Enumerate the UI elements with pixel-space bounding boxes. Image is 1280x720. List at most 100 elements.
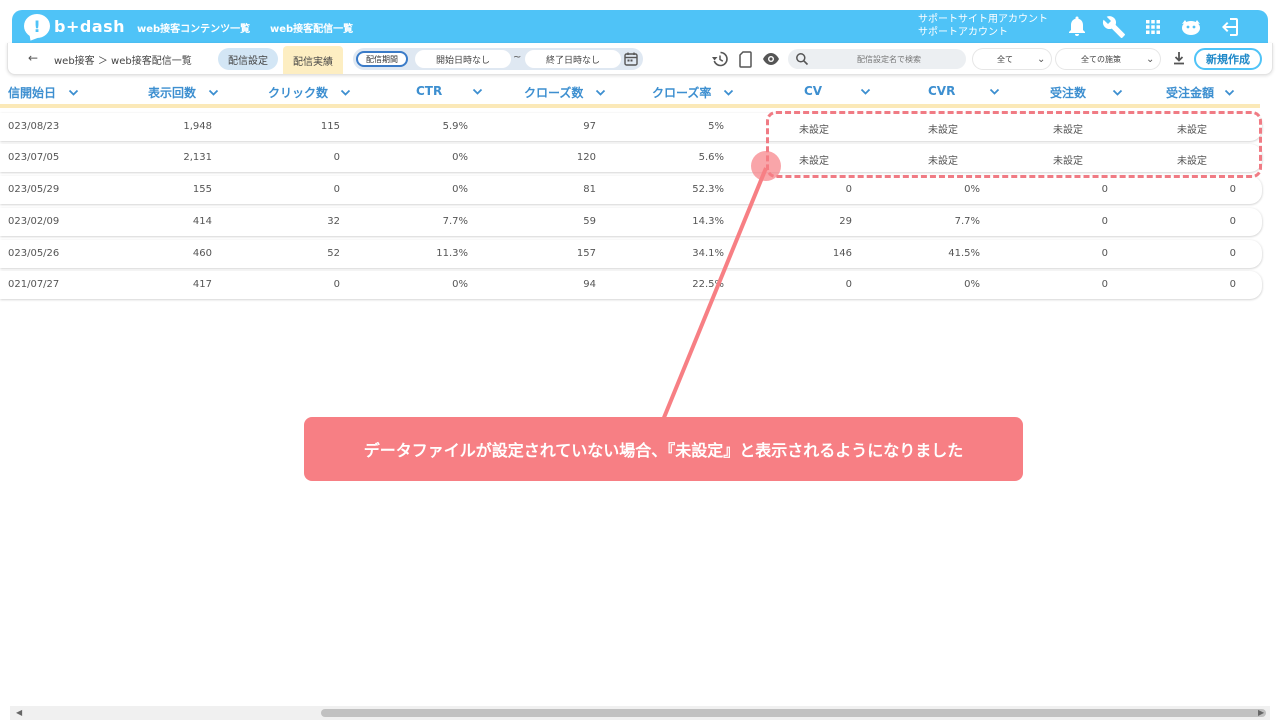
cell-impressions: 1,948: [183, 121, 212, 132]
account-name: サポートサイト用アカウント: [918, 14, 1048, 25]
logo-text: b+dash: [54, 16, 126, 36]
cell-cv: 146: [832, 248, 852, 259]
cell-clicks: 0: [333, 152, 340, 163]
apps-grid-icon[interactable]: [1141, 15, 1165, 39]
nav-web-delivery-list[interactable]: web接客配信一覧: [270, 20, 353, 35]
chevron-down-icon: [340, 89, 351, 96]
download-icon[interactable]: [1171, 50, 1187, 66]
chevron-down-icon: [473, 88, 483, 95]
nav-web-content-list[interactable]: web接客コンテンツ一覧: [137, 20, 250, 35]
tab-delivery-results[interactable]: 配信実績: [283, 46, 343, 74]
cell-clicks: 0: [333, 184, 340, 195]
cell-order-amount: 0: [1229, 216, 1236, 227]
logout-icon[interactable]: [1217, 15, 1241, 39]
history-icon[interactable]: [711, 50, 729, 68]
bell-icon[interactable]: [1065, 15, 1089, 39]
cell-impressions: 417: [192, 279, 212, 290]
table-row[interactable]: 023/02/09 414 32 7.7% 59 14.3% 29 7.7% 0…: [0, 208, 1262, 236]
column-header-impressions[interactable]: 表示回数: [148, 84, 219, 101]
table-row[interactable]: 021/07/27 417 0 0% 94 22.5% 0 0% 0 0: [0, 271, 1262, 299]
scrollbar-thumb[interactable]: [321, 709, 1266, 717]
end-date-input[interactable]: 終了日時なし: [525, 50, 621, 68]
table-row[interactable]: 023/05/29 155 0 0% 81 52.3% 0 0% 0 0: [0, 176, 1262, 204]
cell-start-date: 023/05/29: [8, 184, 60, 195]
status-filter-select[interactable]: 全て ⌄: [973, 49, 1051, 69]
column-header-label: クローズ数: [524, 86, 584, 100]
cell-orders: 0: [1101, 184, 1108, 195]
cell-clicks: 115: [320, 121, 340, 132]
cell-close-rate: 22.5%: [692, 279, 724, 290]
annotation-callout: データファイルが設定されていない場合、『未設定』と表示されるようになりました: [304, 417, 1023, 481]
cell-cv: 29: [839, 216, 852, 227]
column-header-start-date[interactable]: 信開始日: [8, 84, 79, 101]
column-header-cvr[interactable]: CVR: [928, 84, 1000, 98]
cell-closes: 157: [576, 248, 596, 259]
cell-ctr: 0%: [452, 184, 468, 195]
column-header-cv[interactable]: CV: [804, 84, 871, 98]
measure-filter-value: 全ての施策: [1081, 54, 1121, 64]
breadcrumb[interactable]: web接客 ＞ web接客配信一覧: [54, 52, 192, 67]
chevron-down-icon: [68, 89, 79, 96]
date-separator: ~: [513, 52, 522, 63]
table-row[interactable]: 023/05/26 460 52 11.3% 157 34.1% 146 41.…: [0, 240, 1262, 268]
measure-filter-select[interactable]: 全ての施策 ⌄: [1056, 49, 1160, 69]
cell-closes: 59: [583, 216, 596, 227]
cell-start-date: 023/05/26: [8, 248, 60, 259]
column-header-label: 表示回数: [148, 86, 197, 100]
column-header-label: CTR: [416, 84, 443, 98]
chevron-down-icon: [1112, 89, 1123, 96]
cell-clicks: 32: [327, 216, 340, 227]
back-arrow-icon[interactable]: ←: [28, 51, 38, 65]
cell-closes: 97: [583, 121, 596, 132]
cell-orders: 0: [1101, 279, 1108, 290]
support-mascot-icon[interactable]: [1179, 15, 1203, 39]
scroll-left-icon[interactable]: ◀: [16, 708, 22, 717]
cell-close-rate: 5.6%: [698, 152, 724, 163]
horizontal-scrollbar[interactable]: ◀ ▶: [10, 706, 1270, 720]
cell-order-amount: 0: [1229, 248, 1236, 259]
cell-impressions: 460: [192, 248, 212, 259]
column-header-label: クリック数: [268, 86, 329, 100]
eye-icon[interactable]: [762, 50, 780, 68]
search-input[interactable]: [814, 49, 964, 69]
cell-cvr: 7.7%: [954, 216, 980, 227]
column-header-orders[interactable]: 受注数: [1050, 84, 1123, 101]
cell-close-rate: 14.3%: [692, 216, 724, 227]
cell-orders: 0: [1101, 216, 1108, 227]
cell-ctr: 11.3%: [436, 248, 468, 259]
cell-ctr: 5.9%: [442, 121, 468, 132]
calendar-icon[interactable]: [623, 51, 639, 67]
cell-cv: 0: [845, 184, 852, 195]
column-header-ctr[interactable]: CTR: [416, 84, 483, 98]
cell-order-amount: 0: [1229, 279, 1236, 290]
cell-clicks: 0: [333, 279, 340, 290]
start-date-input[interactable]: 開始日時なし: [415, 50, 511, 68]
tab-delivery-settings[interactable]: 配信設定: [218, 48, 278, 70]
logo[interactable]: ! b+dash: [24, 14, 125, 38]
header-underline: [0, 104, 1260, 108]
chevron-down-icon: [1224, 89, 1235, 96]
cell-ctr: 0%: [452, 279, 468, 290]
cell-close-rate: 34.1%: [692, 248, 724, 259]
column-header-close-rate[interactable]: クローズ率: [652, 84, 734, 101]
copy-file-icon[interactable]: [737, 50, 755, 68]
cell-cv: 0: [845, 279, 852, 290]
period-label[interactable]: 配信期間: [356, 51, 408, 67]
wrench-icon[interactable]: [1102, 15, 1126, 39]
cell-impressions: 2,131: [183, 152, 212, 163]
chevron-down-icon: [208, 89, 219, 96]
status-filter-value: 全て: [997, 54, 1013, 64]
top-header: ! b+dash web接客コンテンツ一覧 web接客配信一覧 サポートサイト用…: [12, 10, 1268, 43]
account-info[interactable]: サポートサイト用アカウント サポートアカウント: [918, 13, 1048, 39]
column-header-label: 受注金額: [1166, 86, 1215, 100]
scroll-right-icon[interactable]: ▶: [1258, 708, 1264, 717]
cell-ctr: 0%: [452, 152, 468, 163]
cell-closes: 81: [583, 184, 596, 195]
column-header-clicks[interactable]: クリック数: [268, 84, 351, 101]
annotation-pointer: [661, 151, 781, 421]
column-header-order-amount[interactable]: 受注金額: [1166, 84, 1235, 101]
create-new-button[interactable]: 新規作成: [1194, 48, 1262, 70]
chevron-down-icon: [990, 88, 1000, 95]
cell-clicks: 52: [327, 248, 340, 259]
column-header-closes[interactable]: クローズ数: [524, 84, 606, 101]
